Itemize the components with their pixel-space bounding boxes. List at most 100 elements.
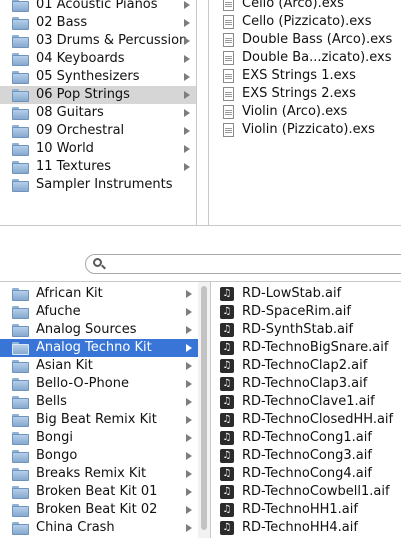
file-item[interactable]: Violin (Arco).exs [209, 103, 401, 121]
top-folder-column: 01 Acoustic Pianos 02 Bass 03 Drums & Perc… [0, 0, 196, 225]
folder-item[interactable]: 10 World [0, 140, 196, 158]
audio-file-icon: ♫ [220, 305, 234, 319]
sample-item[interactable]: ♫ RD-TechnoCong3.aif [211, 447, 401, 465]
chevron-right-icon [186, 524, 192, 532]
chevron-right-icon [184, 145, 190, 153]
chevron-right-icon [186, 290, 192, 298]
sample-item[interactable]: ♫ RD-TechnoClap2.aif [211, 357, 401, 375]
search-field[interactable] [85, 254, 401, 274]
kit-item[interactable]: Analog Sources [0, 321, 198, 339]
sample-item[interactable]: ♫ RD-TechnoCong1.aif [211, 429, 401, 447]
folder-item[interactable]: 09 Orchestral [0, 122, 196, 140]
file-item[interactable]: Violin (Pizzicato).exs [209, 121, 401, 139]
chevron-right-icon [184, 91, 190, 99]
folder-icon [12, 287, 29, 301]
kit-column-scrollbar[interactable] [198, 282, 210, 538]
folder-icon [12, 323, 29, 337]
kit-item[interactable]: Bongi [0, 429, 198, 447]
folder-icon [12, 0, 29, 12]
folder-icon [12, 52, 29, 66]
folder-item[interactable]: 02 Bass [0, 14, 196, 32]
kit-item[interactable]: Bells [0, 393, 198, 411]
sample-item[interactable]: ♫ RD-TechnoClosedHH.aif [211, 411, 401, 429]
search-icon-handle [101, 264, 106, 270]
audio-file-icon: ♫ [220, 323, 234, 337]
folder-item[interactable]: 03 Drums & Percussion [0, 32, 196, 50]
folder-item[interactable]: 06 Pop Strings [0, 86, 196, 104]
folder-icon [12, 359, 29, 373]
kit-item-label: African Kit [36, 286, 103, 301]
sample-item[interactable]: ♫ RD-TechnoCowbell1.aif [211, 483, 401, 501]
sample-item-label: RD-TechnoClap3.aif [242, 376, 368, 391]
search-input[interactable] [110, 256, 394, 274]
sample-item[interactable]: ♫ RD-TechnoHH4.aif [211, 519, 401, 537]
folder-item-label: 05 Synthesizers [36, 69, 140, 84]
kit-item[interactable]: Bongo [0, 447, 198, 465]
kit-item[interactable]: Broken Beat Kit 01 [0, 483, 198, 501]
kit-item[interactable]: African Kit [0, 285, 198, 303]
sample-item[interactable]: ♫ RD-SpaceRim.aif [211, 303, 401, 321]
kit-item[interactable]: Asian Kit [0, 357, 198, 375]
chevron-right-icon [184, 19, 190, 27]
scrollbar-thumb[interactable] [201, 286, 207, 530]
kit-item[interactable]: Breaks Remix Kit [0, 465, 198, 483]
kit-item[interactable]: Big Beat Remix Kit [0, 411, 198, 429]
kit-item-label: Big Beat Remix Kit [36, 412, 157, 427]
file-item[interactable]: Double Ba...zicato).exs [209, 49, 401, 67]
folder-item[interactable]: 11 Textures [0, 158, 196, 176]
file-item-label: Double Ba...zicato).exs [242, 50, 392, 65]
folder-icon [12, 467, 29, 481]
top-browser-bottom-border [0, 225, 401, 226]
audio-file-icon: ♫ [220, 395, 234, 409]
audio-file-icon: ♫ [220, 431, 234, 445]
audio-file-icon: ♫ [220, 377, 234, 391]
audio-file-icon: ♫ [220, 413, 234, 427]
folder-item-label: 09 Orchestral [36, 123, 125, 138]
folder-item-label: 08 Guitars [36, 105, 104, 120]
chevron-right-icon [186, 434, 192, 442]
folder-icon [12, 305, 29, 319]
kit-item-label: Bells [36, 394, 67, 409]
folder-item[interactable]: 05 Synthesizers [0, 68, 196, 86]
sample-item[interactable]: ♫ RD-TechnoClap3.aif [211, 375, 401, 393]
exs-file-icon [223, 105, 234, 119]
kit-item[interactable]: China Crash [0, 519, 198, 537]
sample-item[interactable]: ♫ RD-LowStab.aif [211, 285, 401, 303]
kit-item[interactable]: Broken Beat Kit 02 [0, 501, 198, 519]
file-item[interactable]: Double Bass (Arco).exs [209, 31, 401, 49]
kit-item[interactable]: Afuche [0, 303, 198, 321]
sample-item-label: RD-TechnoClosedHH.aif [242, 412, 394, 427]
sample-item[interactable]: ♫ RD-TechnoBigSnare.aif [211, 339, 401, 357]
sample-item[interactable]: ♫ RD-TechnoHH1.aif [211, 501, 401, 519]
chevron-right-icon [186, 506, 192, 514]
sample-item-label: RD-TechnoHH4.aif [242, 520, 358, 535]
file-item[interactable]: Cello (Pizzicato).exs [209, 13, 401, 31]
file-item[interactable]: EXS Strings 1.exs [209, 67, 401, 85]
sample-item[interactable]: ♫ RD-TechnoCong4.aif [211, 465, 401, 483]
folder-icon [12, 160, 29, 174]
kit-item[interactable]: Analog Techno Kit [0, 339, 198, 357]
kit-item-label: Bello-O-Phone [36, 376, 129, 391]
file-item[interactable]: EXS Strings 2.exs [209, 85, 401, 103]
sample-item[interactable]: ♫ RD-TechnoClave1.aif [211, 393, 401, 411]
exs-file-icon [223, 123, 234, 137]
exs-file-icon [223, 87, 234, 101]
file-item[interactable]: Cello (Arco).exs [209, 0, 401, 13]
sample-item[interactable]: ♫ RD-SynthStab.aif [211, 321, 401, 339]
folder-icon [12, 34, 29, 48]
folder-item[interactable]: 04 Keyboards [0, 50, 196, 68]
exs-file-icon [223, 15, 234, 29]
sample-item-label: RD-TechnoCong4.aif [242, 466, 372, 481]
audio-file-icon: ♫ [220, 287, 234, 301]
kit-item[interactable]: Bello-O-Phone [0, 375, 198, 393]
audio-file-icon: ♫ [220, 485, 234, 499]
audio-file-icon: ♫ [220, 359, 234, 373]
chevron-right-icon [186, 326, 192, 334]
bottom-file-column: ♫ RD-LowStab.aif ♫ RD-SpaceRim.aif ♫ RD-Synth… [211, 282, 401, 538]
chevron-right-icon [184, 55, 190, 63]
folder-item[interactable]: Sampler Instruments [0, 176, 196, 194]
folder-item-label: Sampler Instruments [36, 177, 173, 192]
folder-item[interactable]: 01 Acoustic Pianos [0, 0, 196, 14]
kit-item-label: Asian Kit [36, 358, 93, 373]
folder-item[interactable]: 08 Guitars [0, 104, 196, 122]
